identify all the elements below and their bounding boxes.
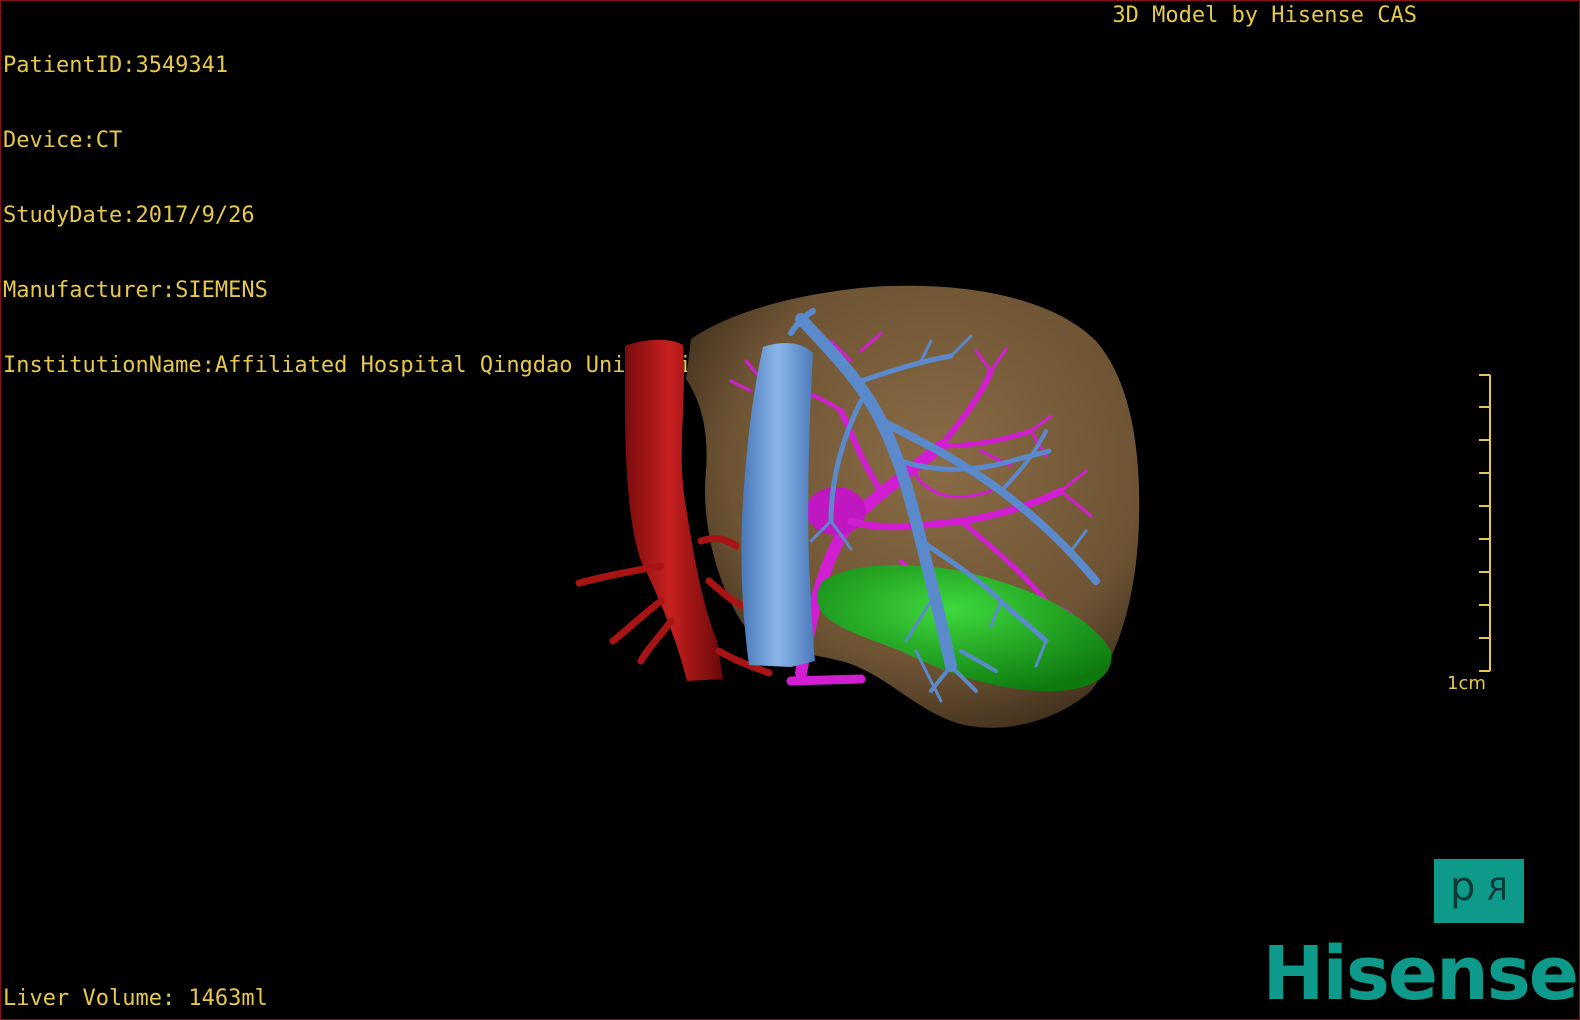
orientation-left-label: d (1449, 868, 1476, 914)
3d-viewport[interactable]: PatientID:3549341 Device:CT StudyDate:20… (0, 0, 1580, 1020)
scale-bar (1479, 374, 1491, 672)
liver-volume-text: Liver Volume: 1463ml (3, 986, 268, 1011)
liver-3d-model[interactable] (1, 1, 1579, 1019)
hisense-logo: Hisense (1262, 931, 1579, 1017)
scale-label: 1cm (1447, 673, 1486, 694)
orientation-right-label: R (1487, 873, 1509, 908)
orientation-cube[interactable]: d R (1434, 859, 1524, 923)
